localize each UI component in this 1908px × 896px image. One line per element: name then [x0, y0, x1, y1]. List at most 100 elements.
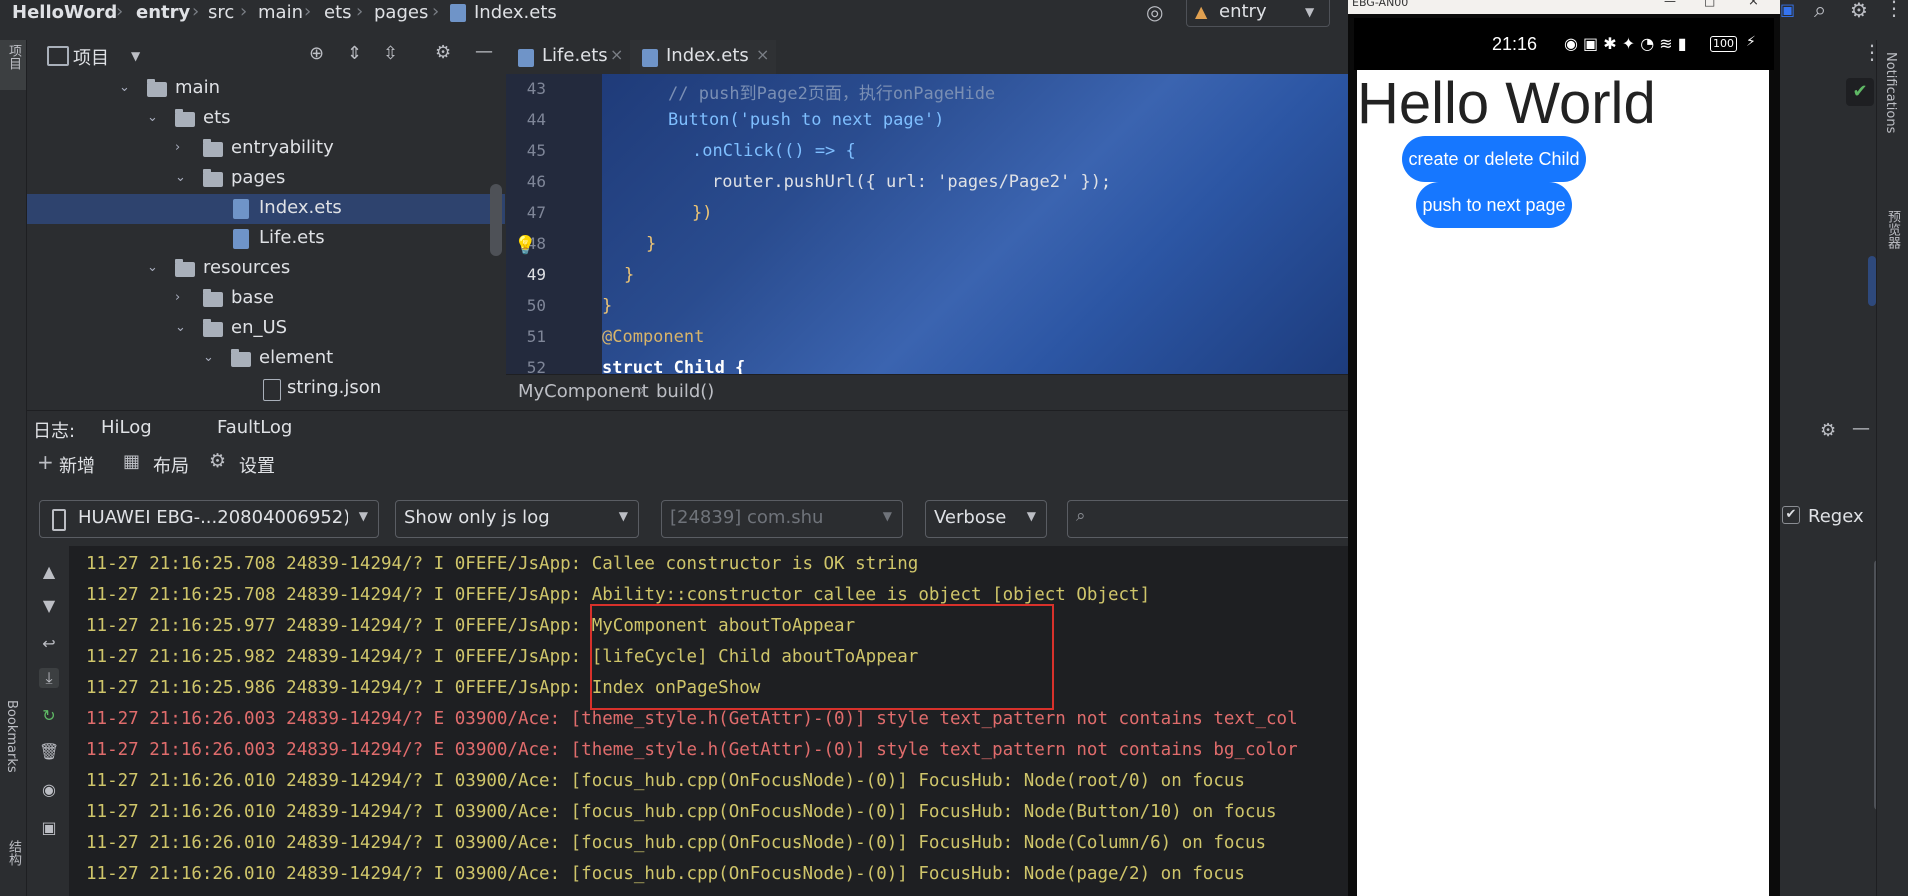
- log-search-input[interactable]: ⌕: [1067, 500, 1358, 538]
- save-icon[interactable]: ▣: [39, 818, 59, 838]
- camera-icon[interactable]: ◉: [39, 780, 59, 800]
- chevron-down-icon: ⌄: [175, 170, 186, 185]
- project-tool-button[interactable]: 项目: [0, 40, 26, 90]
- tab-label: Index.ets: [666, 45, 749, 66]
- breadcrumb-file[interactable]: Index.ets: [474, 2, 557, 23]
- run-config-selector[interactable]: ▲ entry ▼: [1186, 0, 1330, 27]
- breadcrumb-separator: ›: [116, 1, 124, 22]
- log-output[interactable]: 11-27 21:16:25.708 24839-14294/? I 0FEFE…: [70, 546, 1348, 896]
- device-select[interactable]: HUAWEI EBG-...20804006952) ▼: [39, 500, 379, 538]
- close-icon[interactable]: ×: [610, 45, 623, 64]
- line-number: 49: [526, 265, 546, 284]
- gear-icon[interactable]: ⚙: [1820, 420, 1836, 441]
- code-editor[interactable]: // push到Page2页面，执行onPageHide Button('pus…: [602, 74, 1348, 374]
- line-number: 45: [526, 141, 546, 160]
- bookmarks-tool-label[interactable]: Bookmarks: [4, 700, 19, 773]
- breadcrumb-project[interactable]: HelloWord: [12, 2, 117, 23]
- close-icon[interactable]: ×: [1748, 0, 1759, 9]
- tree-item-entryability[interactable]: › entryability: [27, 134, 505, 164]
- notifications-tool-label[interactable]: Notifications: [1883, 52, 1898, 133]
- charging-icon: ⚡: [1746, 34, 1756, 50]
- code-line: struct Child {: [602, 358, 746, 374]
- left-tool-strip: 项目 Bookmarks 结构: [0, 40, 27, 896]
- chevron-down-icon: ▼: [1026, 509, 1036, 523]
- tree-item-string-json[interactable]: string.json: [27, 374, 505, 404]
- tree-item-base[interactable]: › base: [27, 284, 505, 314]
- regex-checkbox[interactable]: ✔: [1782, 506, 1800, 524]
- breadcrumb-component[interactable]: MyComponent: [518, 381, 649, 402]
- breadcrumb-separator: ›: [240, 1, 248, 22]
- editor-scrollbar[interactable]: [1868, 256, 1876, 306]
- inspection-ok-icon[interactable]: ✔: [1846, 78, 1874, 106]
- regex-label: Regex: [1808, 506, 1864, 527]
- breadcrumb-pages[interactable]: pages: [374, 2, 428, 23]
- layout-button-label: 布局: [153, 456, 189, 477]
- more-icon[interactable]: ⋮: [1884, 0, 1904, 20]
- chevron-down-icon: ▼: [358, 509, 368, 523]
- layout-button[interactable]: ▦ 布局: [123, 450, 213, 480]
- tree-item-life-ets[interactable]: Life.ets: [27, 224, 505, 254]
- scroll-down-icon[interactable]: ▼: [39, 596, 59, 616]
- create-delete-child-button[interactable]: create or delete Child: [1402, 136, 1586, 182]
- gear-icon[interactable]: ⚙: [1850, 0, 1868, 22]
- window-icon[interactable]: ▣: [1780, 0, 1795, 19]
- previewer-tool-label[interactable]: 预览器: [1883, 210, 1902, 249]
- tab-life-ets[interactable]: Life.ets ×: [506, 40, 628, 74]
- minimize-icon[interactable]: —: [475, 41, 493, 62]
- chevron-down-icon: ⌄: [175, 320, 186, 335]
- locate-icon[interactable]: ⊕: [309, 43, 324, 64]
- tab-faultlog[interactable]: FaultLog: [203, 411, 313, 445]
- breadcrumb-module[interactable]: entry: [136, 2, 190, 23]
- gear-icon[interactable]: ⚙: [435, 42, 451, 63]
- project-panel-title[interactable]: 项目: [73, 44, 109, 70]
- process-select[interactable]: [24839] com.shu ▼: [661, 500, 903, 538]
- breadcrumb-method[interactable]: build(): [656, 381, 714, 402]
- expand-all-icon[interactable]: ⇕: [347, 43, 362, 64]
- level-select[interactable]: Verbose ▼: [925, 500, 1047, 538]
- collapse-all-icon[interactable]: ⇳: [383, 43, 398, 64]
- minimize-icon[interactable]: —: [1664, 0, 1676, 8]
- push-next-page-button[interactable]: push to next page: [1416, 182, 1572, 228]
- settings-button[interactable]: ⚙ 设置: [209, 450, 299, 480]
- breadcrumb-main[interactable]: main: [258, 2, 303, 23]
- search-icon[interactable]: ⌕: [1814, 0, 1826, 23]
- code-line: router.pushUrl({ url: 'pages/Page2' });: [712, 172, 1112, 192]
- lightbulb-icon[interactable]: 💡: [514, 235, 536, 256]
- chevron-down-icon[interactable]: ▼: [131, 49, 140, 63]
- tree-item-index-ets[interactable]: Index.ets: [27, 194, 505, 224]
- ets-file-icon: [450, 4, 466, 22]
- maximize-icon[interactable]: □: [1704, 0, 1715, 8]
- minimize-icon[interactable]: —: [1852, 418, 1870, 439]
- tab-hilog[interactable]: HiLog: [85, 411, 197, 448]
- folder-icon: [203, 139, 223, 157]
- new-button[interactable]: + 新增: [37, 450, 131, 480]
- level-value: Verbose: [934, 507, 1007, 528]
- soft-wrap-icon[interactable]: ↩: [39, 634, 59, 654]
- editor-gutter: 43 44 45 46 47 48 49 50 51 52 💡: [506, 74, 602, 377]
- tree-item-main[interactable]: ⌄ main: [27, 74, 505, 104]
- scroll-up-icon[interactable]: ▲: [39, 562, 59, 582]
- tree-item-element[interactable]: ⌄ element: [27, 344, 505, 374]
- breadcrumb-ets[interactable]: ets: [324, 2, 352, 23]
- restart-icon[interactable]: ↻: [39, 706, 59, 726]
- tree-item-label: Life.ets: [259, 227, 325, 248]
- tree-item-en-us[interactable]: ⌄ en_US: [27, 314, 505, 344]
- tree-item-ets[interactable]: ⌄ ets: [27, 104, 505, 134]
- process-value: [24839] com.shu: [670, 507, 824, 528]
- code-line: // push到Page2页面，执行onPageHide: [668, 84, 996, 104]
- project-scrollbar[interactable]: [490, 184, 502, 256]
- tab-index-ets[interactable]: Index.ets ×: [630, 40, 776, 77]
- scroll-to-end-icon[interactable]: ⤓: [39, 668, 59, 688]
- close-icon[interactable]: ×: [756, 45, 769, 64]
- log-panel-title: 日志:: [33, 421, 76, 442]
- line-number: 51: [526, 327, 546, 346]
- trash-icon[interactable]: 🗑: [39, 742, 59, 762]
- breadcrumb-src[interactable]: src: [208, 2, 234, 23]
- target-icon[interactable]: ◎: [1146, 0, 1163, 24]
- tree-item-resources[interactable]: ⌄ resources: [27, 254, 505, 284]
- code-line: Button('push to next page'): [668, 110, 945, 130]
- code-line: }: [624, 265, 635, 285]
- tree-item-pages[interactable]: ⌄ pages: [27, 164, 505, 194]
- filter-mode-select[interactable]: Show only js log ▼: [395, 500, 639, 538]
- structure-tool-label[interactable]: 结构: [4, 840, 23, 866]
